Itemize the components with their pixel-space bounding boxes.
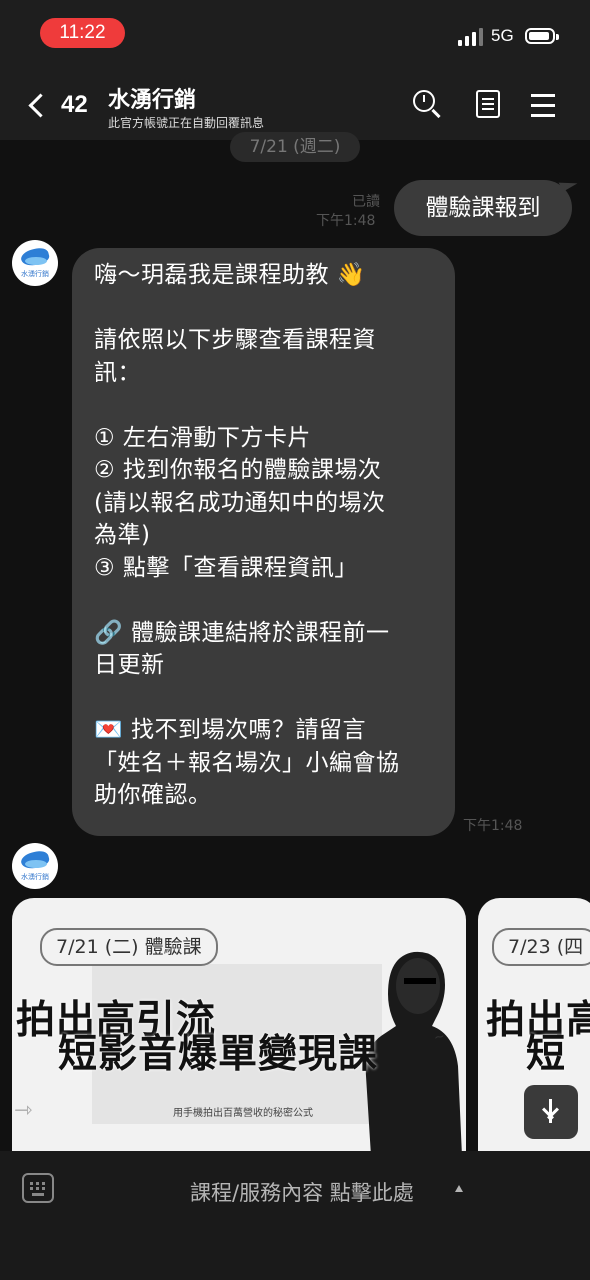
caret-up-icon[interactable]	[455, 1185, 463, 1192]
bottom-bar: 課程/服務內容 點擊此處	[0, 1151, 590, 1280]
keyboard-icon[interactable]	[22, 1173, 54, 1203]
incoming-message-bubble[interactable]: 嗨～玥磊我是課程助教 👋 請依照以下步驟查看課程資 訊： ① 左右滑動下方卡片 …	[72, 248, 455, 836]
card-caption: 用手機拍出百萬營收的秘密公式	[173, 1108, 313, 1119]
chat-title: 水湧行銷	[108, 88, 197, 113]
status-bar: 11:22 5G	[0, 0, 590, 70]
notes-icon[interactable]	[472, 88, 506, 122]
message-line: ③ 點擊「查看課程資訊」	[94, 554, 358, 581]
message-line: 助你確認。	[94, 782, 212, 808]
card-date-tag: 7/21 (二) 體驗課	[40, 928, 218, 966]
message-line: 為準)	[94, 522, 151, 548]
message-time: 下午1:48	[316, 213, 376, 229]
status-time: 11:22	[40, 18, 125, 48]
message-time: 下午1:48	[463, 818, 523, 834]
chevron-left-icon	[28, 92, 53, 118]
message-line: 嗨～玥磊我是課程助教 👋	[94, 262, 366, 288]
signal-icon	[458, 28, 484, 46]
unread-count: 42	[61, 91, 88, 118]
message-line: ② 找到你報名的體驗課場次	[94, 457, 382, 483]
card-date-tag: 7/23 (四	[492, 928, 590, 966]
scroll-to-bottom-button[interactable]	[524, 1085, 578, 1139]
card-headline: 短	[526, 1032, 567, 1077]
chat-subtitle: 此官方帳號正在自動回覆訊息	[108, 116, 265, 130]
network-label: 5G	[491, 26, 514, 45]
date-separator: 7/21 (週二)	[230, 132, 360, 162]
message-line: (請以報名成功通知中的場次	[94, 489, 386, 516]
message-line: 💌 找不到場次嗎？請留言	[94, 717, 366, 743]
read-receipt: 已讀	[352, 194, 380, 210]
account-avatar[interactable]: 水湧行銷	[12, 240, 58, 286]
arrow-right-icon: ⇾	[14, 1098, 33, 1123]
course-card[interactable]: ~ 7/21 (二) 體驗課 拍出高引流 短影音爆單變現課 用手機拍出百萬營收的…	[12, 898, 466, 1151]
card-headline: 短影音爆單變現課	[58, 1032, 379, 1077]
message-line: 請依照以下步驟查看課程資	[94, 327, 376, 353]
back-button[interactable]: 42	[26, 88, 88, 122]
message-line: 日更新	[94, 652, 165, 678]
chat-header: 42 水湧行銷 此官方帳號正在自動回覆訊息	[0, 70, 590, 140]
search-icon[interactable]	[410, 88, 444, 122]
outgoing-message-bubble[interactable]: 體驗課報到	[394, 180, 572, 236]
battery-icon	[525, 28, 559, 44]
message-line: 🔗 體驗課連結將於課程前一	[94, 619, 390, 646]
message-line: ① 左右滑動下方卡片	[94, 424, 311, 451]
avatar-logo-text: 水湧行銷	[21, 873, 49, 881]
message-line: 「姓名＋報名場次」小編會協	[94, 749, 400, 776]
rich-menu-toggle[interactable]: 課程/服務內容 點擊此處	[190, 1177, 414, 1207]
avatar-logo-text: 水湧行銷	[21, 270, 49, 278]
message-line: 訊：	[94, 359, 141, 386]
account-avatar[interactable]: 水湧行銷	[12, 843, 58, 889]
hamburger-menu-icon[interactable]	[528, 88, 562, 122]
